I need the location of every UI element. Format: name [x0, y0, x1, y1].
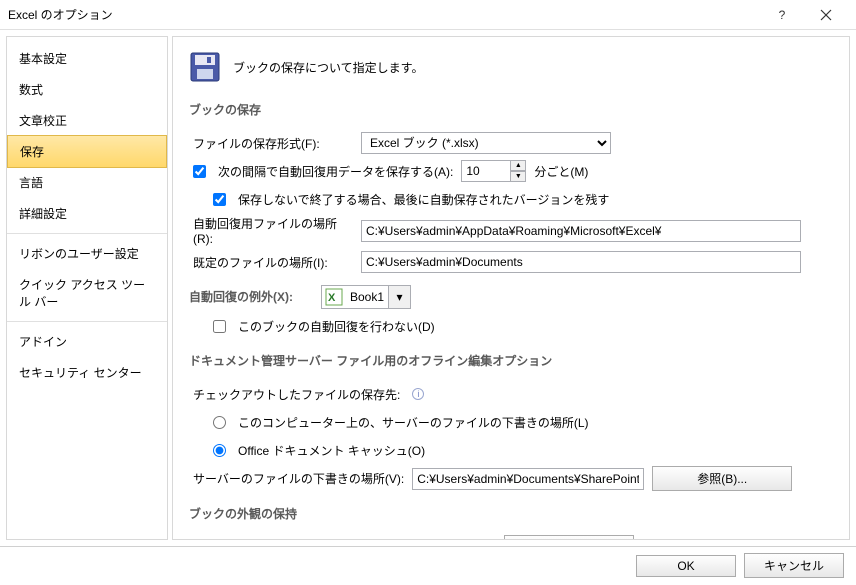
close-icon [820, 9, 832, 21]
browse-button[interactable]: 参照(B)... [652, 466, 792, 491]
default-path-input[interactable] [361, 251, 801, 273]
checkout-local-label: このコンピューター上の、サーバーのファイルの下書きの場所(L) [238, 414, 589, 431]
legacy-color-label: 以前のバージョンの Excel で表示する色を選択する: [193, 539, 472, 540]
info-icon[interactable]: i [412, 388, 424, 400]
draft-path-label: サーバーのファイルの下書きの場所(V): [193, 470, 404, 487]
checkout-cache-radio[interactable] [213, 444, 226, 457]
keep-last-version-checkbox[interactable] [213, 193, 226, 206]
sidebar-item-qat[interactable]: クイック アクセス ツール バー [7, 269, 167, 317]
save-icon [189, 51, 221, 83]
section-title-autorecover-exc: 自動回復の例外(X): [189, 284, 293, 310]
section-save: ブックの保存 ファイルの保存形式(F): Excel ブック (*.xlsx) … [189, 97, 837, 274]
checkout-cache-label: Office ドキュメント キャッシュ(O) [238, 442, 425, 459]
cancel-button[interactable]: キャンセル [744, 553, 844, 578]
draft-path-input[interactable] [412, 468, 644, 490]
spinner-down[interactable]: ▼ [510, 171, 526, 182]
window-title: Excel のオプション [8, 6, 760, 23]
sidebar-item-advanced[interactable]: 詳細設定 [7, 198, 167, 229]
chevron-down-icon: ▾ [388, 286, 410, 308]
svg-text:X: X [328, 292, 336, 304]
section-title-doc-mgmt: ドキュメント管理サーバー ファイル用のオフライン編集オプション [189, 348, 837, 374]
sidebar-item-ribbon[interactable]: リボンのユーザー設定 [7, 238, 167, 269]
file-format-select[interactable]: Excel ブック (*.xlsx) [361, 132, 611, 154]
spinner-up[interactable]: ▲ [510, 160, 526, 171]
workbook-dropdown-value: Book1 [346, 290, 388, 304]
category-sidebar: 基本設定 数式 文章校正 保存 言語 詳細設定 リボンのユーザー設定 クイック … [6, 36, 168, 540]
recovery-path-label: 自動回復用ファイルの場所(R): [193, 215, 353, 246]
sidebar-item-save[interactable]: 保存 [7, 135, 167, 168]
autosave-interval-input[interactable] [461, 160, 511, 182]
section-appearance: ブックの外観の保持 以前のバージョンの Excel で表示する色を選択する: i… [189, 501, 837, 540]
page-header-text: ブックの保存について指定します。 [233, 59, 423, 76]
disable-autorecover-checkbox[interactable] [213, 320, 226, 333]
sidebar-item-formulas[interactable]: 数式 [7, 74, 167, 105]
sidebar-item-general[interactable]: 基本設定 [7, 43, 167, 74]
recovery-path-input[interactable] [361, 220, 801, 242]
help-button[interactable]: ? [760, 0, 804, 30]
sidebar-item-addins[interactable]: アドイン [7, 326, 167, 357]
content-pane: ブックの保存について指定します。 ブックの保存 ファイルの保存形式(F): Ex… [172, 36, 850, 540]
sidebar-divider [7, 321, 167, 322]
sidebar-divider [7, 233, 167, 234]
autosave-label: 次の間隔で自動回復用データを保存する(A): [218, 163, 453, 180]
default-path-label: 既定のファイルの場所(I): [193, 254, 353, 271]
checkout-dest-label: チェックアウトしたファイルの保存先: [193, 386, 400, 403]
checkout-local-radio[interactable] [213, 416, 226, 429]
section-title-save: ブックの保存 [189, 97, 837, 123]
keep-last-version-label: 保存しないで終了する場合、最後に自動保存されたバージョンを残す [238, 191, 609, 208]
ok-button[interactable]: OK [636, 555, 736, 577]
workbook-dropdown[interactable]: X Book1 ▾ [321, 285, 411, 309]
colors-button[interactable]: 色(C)... [504, 535, 634, 540]
file-format-label: ファイルの保存形式(F): [193, 135, 353, 152]
close-button[interactable] [804, 0, 848, 30]
sidebar-item-proofing[interactable]: 文章校正 [7, 105, 167, 136]
sidebar-item-language[interactable]: 言語 [7, 167, 167, 198]
disable-autorecover-label: このブックの自動回復を行わない(D) [238, 318, 435, 335]
excel-file-icon: X [324, 287, 344, 307]
sidebar-item-trust-center[interactable]: セキュリティ センター [7, 357, 167, 388]
page-header: ブックの保存について指定します。 [189, 47, 837, 97]
autosave-checkbox[interactable] [193, 165, 206, 178]
title-bar: Excel のオプション ? [0, 0, 856, 30]
autosave-suffix-label: 分ごと(M) [534, 163, 588, 180]
dialog-footer: OK キャンセル [0, 546, 856, 584]
section-doc-mgmt: ドキュメント管理サーバー ファイル用のオフライン編集オプション チェックアウトし… [189, 348, 837, 491]
section-autorecover-exceptions: 自動回復の例外(X): X Book1 ▾ このブックの自動回復を行わない(D) [189, 284, 837, 338]
section-title-appearance: ブックの外観の保持 [189, 501, 837, 527]
